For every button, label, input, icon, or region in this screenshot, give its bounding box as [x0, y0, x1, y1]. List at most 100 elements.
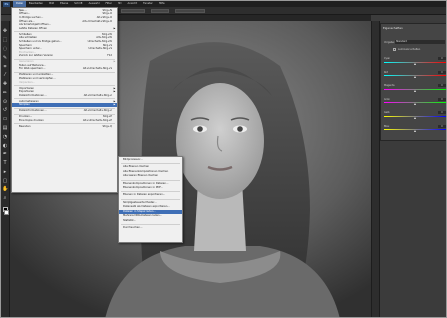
shape-icon[interactable]: ▢	[2, 178, 8, 184]
slider-thumb[interactable]	[413, 76, 416, 79]
menu-item-label: Alle schließen	[19, 36, 37, 40]
crop-icon[interactable]: ⌗	[2, 64, 8, 70]
menu-item-label: Dateiinformationen...	[19, 109, 47, 113]
zoom-icon[interactable]: ⌕	[2, 195, 8, 201]
menu-item-shortcut: Alt+Umschalt+Strg+I	[83, 109, 112, 113]
menu-item-label: Skripten	[19, 103, 30, 107]
background-color-swatch[interactable]	[4, 209, 9, 215]
menu-separator	[14, 30, 115, 32]
menu-item-label: Beenden	[19, 124, 31, 128]
luminosity-label: Luminanz erhalten	[398, 48, 421, 51]
menu-item-label: Öffnen...	[19, 12, 31, 16]
pen-icon[interactable]: ✒	[2, 151, 8, 157]
menu-item-label: Als Smartobjekt öffnen...	[19, 23, 52, 27]
options-dropdown[interactable]	[175, 9, 205, 13]
slider-value-field[interactable]: 0	[438, 124, 446, 128]
slider-label: Grün	[384, 97, 390, 101]
photoshop-window: Ps Datei Bearbeiten Bild Ebene Schrift Auswah…	[0, 0, 447, 318]
slider-label: Blau	[384, 124, 390, 128]
hand-icon[interactable]: ✋	[2, 186, 8, 192]
panel-dock	[372, 21, 380, 317]
slider-value-field[interactable]: 0	[438, 57, 446, 60]
slider-label: Gelb	[384, 111, 390, 114]
menu-item-label: Schließen und zu Bridge gehen...	[19, 39, 62, 43]
file-menu-item-skripten[interactable]: Skripten ▶	[12, 103, 117, 107]
options-field[interactable]	[121, 9, 145, 13]
menu-item-label: Letzte Dateien öffnen	[19, 26, 48, 30]
slider-thumb[interactable]	[413, 116, 416, 119]
menu-separator	[121, 223, 180, 225]
heal-icon[interactable]: ✚	[2, 81, 8, 87]
brush-icon[interactable]: ✏	[2, 90, 8, 96]
blur-icon[interactable]: ◔	[2, 134, 8, 140]
file-menu-item-dateiinformationen[interactable]: Dateiinformationen... Alt+Umschalt+Strg+I	[12, 109, 117, 113]
path-select-icon[interactable]: ▸	[2, 169, 8, 175]
menu-separator	[14, 84, 115, 86]
menu-item-label: Dateiinformationen...	[19, 93, 47, 97]
panel-title: Eigenschaften	[383, 26, 403, 30]
menu-item-label: In Bridge suchen...	[19, 15, 44, 19]
submenu-arrow-icon: ▶	[113, 26, 116, 30]
move-icon[interactable]: ✥	[2, 28, 8, 34]
menu-item-label: Drucken...	[19, 115, 33, 119]
slider-blau: Blau 0	[384, 124, 446, 134]
menu-item-shortcut: Alt+Umschalt+Strg+P	[82, 118, 112, 122]
type-icon[interactable]: T	[2, 160, 8, 166]
menu-item-label: Zurück zur letzten Version	[19, 54, 54, 58]
right-panel: Eigenschaften Vorgabe: Standard Luminanz…	[371, 21, 446, 317]
preset-dropdown[interactable]: Standard	[395, 40, 445, 44]
slider-label: Cyan	[384, 57, 391, 60]
slider-label: Rot	[384, 70, 388, 74]
menu-item-shortcut: Alt+Umschalt+Strg+S	[82, 67, 112, 71]
submenu-arrow-icon: ▶	[113, 103, 116, 107]
dodge-icon[interactable]: ◐	[2, 143, 8, 149]
slider-magenta: Magenta 0	[384, 84, 446, 93]
slider-rot: Rot 0	[384, 70, 446, 80]
file-menu: Neu... Strg+N Öffnen... Strg+O In Bridge suc…	[11, 7, 118, 193]
slider-thumb[interactable]	[413, 130, 416, 133]
menu-separator	[14, 123, 115, 125]
slider-value-field[interactable]: 0	[438, 111, 446, 114]
stamp-icon[interactable]: ⊙	[2, 99, 8, 105]
properties-panel: Eigenschaften Vorgabe: Standard Luminanz…	[380, 23, 446, 141]
marquee-icon[interactable]: ⬚	[2, 37, 8, 43]
menu-separator	[121, 198, 180, 200]
menu-item-label: Für Web speichern...	[19, 67, 46, 71]
history-brush-icon[interactable]: ↺	[2, 107, 8, 113]
menu-item-label: Verpacken...	[19, 80, 36, 84]
slider-grun: Grün 0	[384, 97, 446, 107]
eyedropper-icon[interactable]: ⁄	[2, 72, 8, 78]
file-menu-item-beenden[interactable]: Beenden Strg+Q	[12, 125, 117, 129]
menu-item-label: Speichern unter...	[19, 47, 42, 51]
slider-value-field[interactable]: 0	[438, 97, 446, 101]
slider-thumb[interactable]	[413, 103, 416, 106]
photoshop-logo-icon: Ps	[3, 1, 10, 7]
slider-cyan: Cyan 0	[384, 57, 446, 66]
file-menu-item-verpacken[interactable]: Verpacken...	[12, 81, 117, 85]
menu-item-label: Exportieren	[19, 90, 35, 94]
file-menu-item-letzte-dateien-offnen[interactable]: Letzte Dateien öffnen ▶	[12, 27, 117, 31]
slider-thumb[interactable]	[413, 89, 416, 92]
file-menu-item-zuruck-zur-letzten-version[interactable]: Zurück zur letzten Version F12	[12, 54, 117, 58]
file-menu-item-fur-web-speichern[interactable]: Für Web speichern... Alt+Umschalt+Strg+S	[12, 67, 117, 71]
menu-item-shortcut: Strg+Q	[102, 124, 112, 128]
menu-item-shortcut: Alt+Umschalt+Strg+I	[83, 93, 112, 97]
options-field[interactable]	[151, 9, 169, 13]
slider-value-field[interactable]: 0	[438, 84, 446, 87]
slider-gelb: Gelb 0	[384, 111, 446, 120]
preset-label: Vorgabe:	[384, 41, 395, 44]
quick-select-icon[interactable]: ✎	[2, 55, 8, 61]
scripts-item-durchsuchen[interactable]: Durchsuchen...	[119, 226, 182, 231]
lasso-icon[interactable]: ◌	[2, 46, 8, 52]
menu-item-label: Platzieren und verknüpfen...	[19, 77, 56, 81]
scripts-submenu: Bildprozessor... Alle Ebenen löschen Alle …	[118, 156, 183, 243]
menu-item-label: Eine Kopie drucken	[19, 118, 44, 122]
luminosity-checkbox[interactable]	[393, 48, 396, 51]
eraser-icon[interactable]: ▭	[2, 116, 8, 122]
gradient-icon[interactable]: ▤	[2, 125, 8, 131]
slider-thumb[interactable]	[413, 62, 416, 65]
slider-label: Magenta	[384, 84, 395, 87]
file-menu-item-dateiinformationen[interactable]: Dateiinformationen... Alt+Umschalt+Strg+I	[12, 94, 117, 98]
slider-value-field[interactable]: 0	[438, 70, 446, 74]
file-menu-item-eine-kopie-drucken[interactable]: Eine Kopie drucken Alt+Umschalt+Strg+P	[12, 119, 117, 123]
